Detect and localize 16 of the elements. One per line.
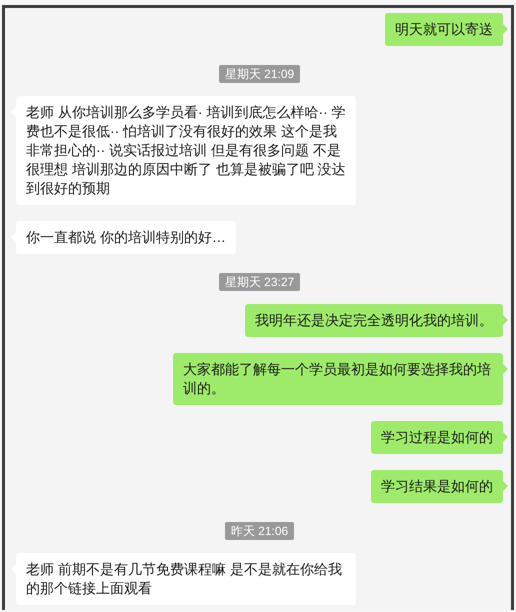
bubble-tail xyxy=(503,315,508,325)
message-bubble: 学习结果是如何的 xyxy=(371,470,503,503)
message-bubble: 我明年还是决定完全透明化我的培训。 xyxy=(245,304,503,337)
bubble-tail xyxy=(503,432,508,442)
bubble-tail xyxy=(503,24,508,34)
bubble-tail xyxy=(503,364,508,374)
message-bubble: 你一直都说 你的培训特别的好… xyxy=(16,221,236,254)
bubble-tail xyxy=(503,481,508,491)
message-bubble: 老师 从你培训那么多学员看· 培训到底怎么样哈·· 学费也不是很低·· 怕培训了没有很好的效果 这个是我非常担心的·· 说实话报过培训 但是有很多问题 不是很理想 培训那边的原因中断了 也算是被骗了吧 没达到很好的预期 xyxy=(16,96,356,205)
message-bubble: 老师 前期不是有几节免费课程嘛 是不是就在你给我的那个链接上面观看 xyxy=(16,553,356,605)
message-bubble: 学习过程是如何的 xyxy=(371,421,503,454)
timestamp: 星期天 23:27 xyxy=(218,273,300,291)
timestamp: 昨天 21:06 xyxy=(224,522,294,540)
message-bubble: 明天就可以寄送 xyxy=(385,13,503,46)
timestamp: 星期天 21:09 xyxy=(218,65,300,83)
message-bubble: 大家都能了解每一个学员最初是如何要选择我的培训的。 xyxy=(173,353,503,405)
